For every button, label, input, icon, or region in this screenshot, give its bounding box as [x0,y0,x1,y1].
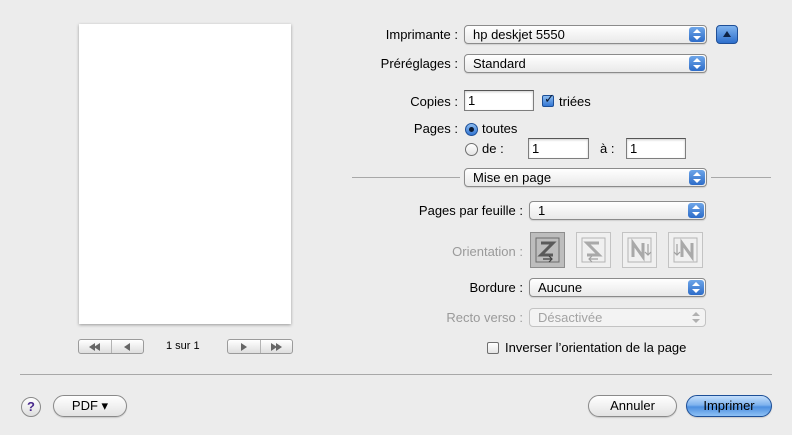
n-down-orientation-icon [627,237,652,263]
next-page-button[interactable] [228,340,260,353]
orientation-s-button[interactable] [576,232,611,268]
orientation-n-up-button[interactable] [668,232,703,268]
collated-checkbox[interactable]: ✓ [542,91,555,107]
help-button[interactable]: ? [21,397,41,417]
duplex-label: Recto verso : [446,310,523,325]
left-arrow-icon [124,342,131,351]
footer-separator [20,374,772,375]
section-separator-right [711,177,771,178]
copies-label: Copies : [410,94,458,109]
pages-all-radio[interactable] [465,123,478,136]
printer-value: hp deskjet 5550 [473,27,565,42]
print-button[interactable]: Imprimer [686,395,772,417]
section-value: Mise en page [473,170,552,185]
page-counter: 1 sur 1 [166,340,200,352]
presets-label: Préréglages : [380,56,458,71]
popup-arrows-icon [689,170,705,185]
pages-range-radio[interactable] [465,143,478,156]
orientation-n-down-button[interactable] [622,232,657,268]
pages-label: Pages : [413,121,458,136]
copies-field[interactable]: 1 [464,90,534,111]
cancel-button[interactable]: Annuler [588,395,677,417]
duplex-popup[interactable]: Désactivée [529,308,706,327]
collated-label: triées [559,94,591,109]
reverse-orientation-checkbox[interactable] [487,342,499,354]
orientation-z-button[interactable] [530,232,565,268]
border-label: Bordure : [469,280,523,295]
printer-popup[interactable]: hp deskjet 5550 [464,25,707,44]
border-popup[interactable]: Aucune [529,278,706,297]
popup-arrows-icon [689,56,705,71]
pages-to-field[interactable]: 1 [626,138,686,159]
preview-back-nav[interactable] [78,339,144,354]
popup-arrows-icon [689,27,705,42]
double-left-arrow-icon [89,342,101,351]
orientation-label: Orientation : [452,244,523,259]
popup-arrows-icon [688,310,704,325]
pages-per-sheet-label: Pages par feuille : [418,203,523,218]
right-arrow-icon [240,342,247,351]
presets-value: Standard [473,56,526,71]
first-page-button[interactable] [79,340,111,353]
disclosure-collapse-button[interactable] [716,25,738,44]
n-up-orientation-icon [673,237,698,263]
last-page-button[interactable] [259,340,293,353]
pages-per-sheet-popup[interactable]: 1 [529,201,706,220]
section-popup[interactable]: Mise en page [464,168,707,187]
popup-arrows-icon [688,203,704,218]
pages-from-label: de : [482,141,504,156]
double-right-arrow-icon [270,342,282,351]
section-separator-left [352,177,460,178]
presets-popup[interactable]: Standard [464,54,707,73]
z-orientation-icon [535,237,560,263]
border-value: Aucune [538,280,583,295]
pages-from-field[interactable]: 1 [528,138,589,159]
pdf-button[interactable]: PDF ▾ [53,395,127,417]
reverse-orientation-label: Inverser l’orientation de la page [505,340,687,355]
preview-forward-nav[interactable] [227,339,293,354]
pages-to-label: à : [600,141,615,156]
duplex-value: Désactivée [538,310,603,325]
checkmark-icon: ✓ [544,91,555,106]
preview-page [79,24,291,324]
previous-page-button[interactable] [110,340,144,353]
pages-all-label: toutes [482,121,518,136]
s-orientation-icon [581,237,606,263]
printer-label: Imprimante : [385,27,458,42]
popup-arrows-icon [688,280,704,295]
pages-per-sheet-value: 1 [538,203,546,218]
